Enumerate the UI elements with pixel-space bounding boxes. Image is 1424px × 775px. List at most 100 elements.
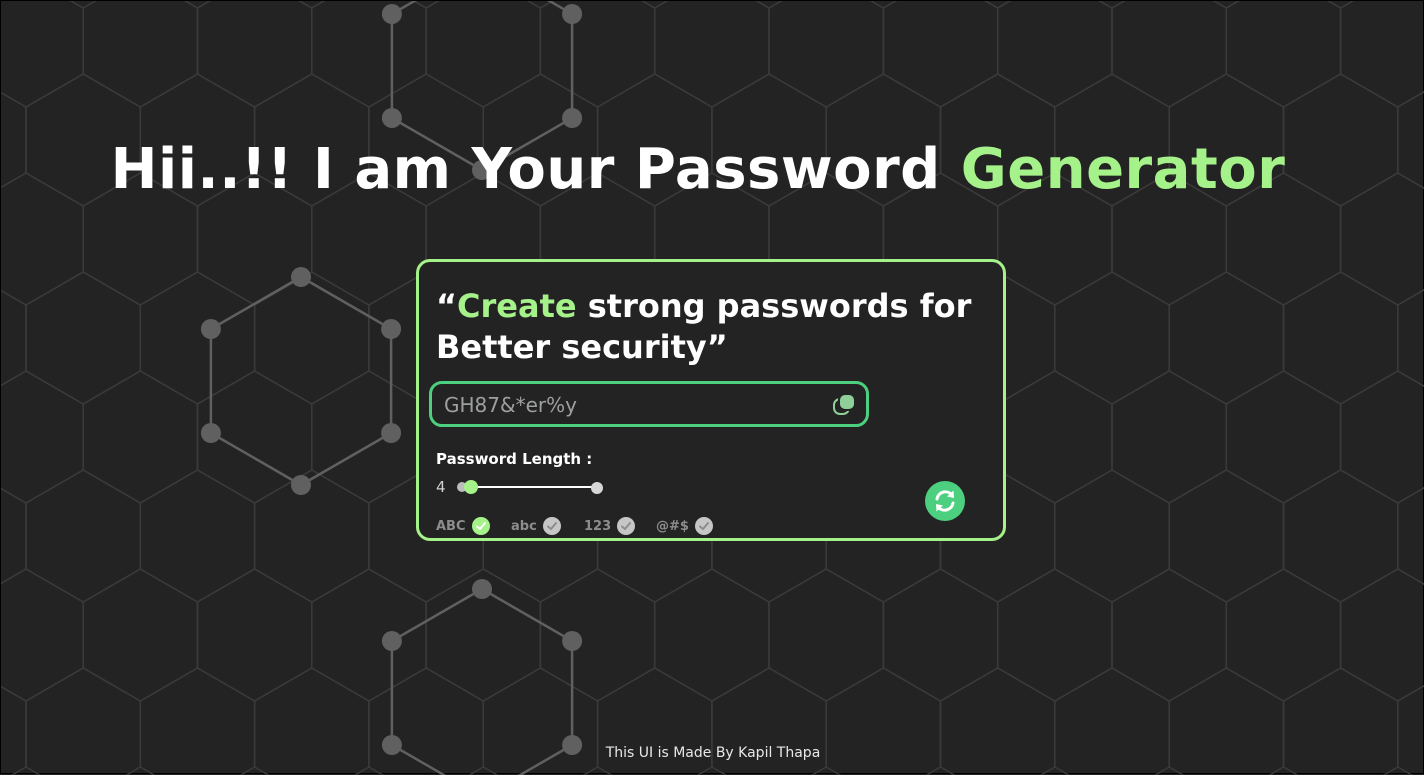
quote-accent-word: Create [457,287,577,325]
background-hexagon [253,469,370,603]
background-hexagon [641,1,669,9]
background-hexagon [1,289,27,387]
slider-track [461,486,599,488]
background-node [291,475,311,495]
page-title-prefix: Hii..!! I am Your Password [110,137,961,202]
copy-icon[interactable] [832,392,858,418]
background-hexagon [1098,1,1126,9]
option-symbols-label: @#$ [656,518,689,534]
background-node [562,631,583,651]
background-node [381,4,402,24]
background-node [562,108,583,128]
background-hexagon [253,271,370,405]
background-hexagon [1,487,27,585]
background-hexagon [1054,469,1170,603]
background-hexagon [1111,1,1228,108]
quote-open-mark: “ [436,287,458,325]
background-hexagon [1282,469,1399,603]
background-hexagon [996,568,1113,702]
option-lowercase[interactable]: abc [511,516,561,536]
option-uppercase-label: ABC [436,518,466,534]
background-hexagon [82,1,199,108]
check-icon[interactable] [542,517,561,535]
password-value[interactable]: GH87&*er%y [444,393,577,417]
background-hexagon [1,1,84,108]
option-numbers[interactable]: 123 [584,516,636,536]
background-hexagon [311,568,427,702]
generator-card: “Create strong passwords for Better secu… [416,259,1006,541]
password-field[interactable]: GH87&*er%y [429,381,869,427]
background-hexagon [311,370,427,504]
background-hexagon [653,1,770,108]
background-hexagon [1111,568,1228,702]
background-hexagon [183,1,212,9]
background-hexagon [298,1,326,9]
background-hexagon [755,1,783,9]
background-node [562,4,583,24]
option-symbols[interactable]: @#$ [656,516,713,536]
password-length-value: 4 [436,478,446,496]
check-icon[interactable] [617,517,636,535]
background-hexagon [1168,271,1285,405]
background-node [381,319,402,339]
background-hexagon [196,568,313,702]
background-hexagon [1339,1,1424,108]
background-hexagon [882,1,999,108]
background-node [381,423,402,443]
background-hexagon [539,568,656,702]
background-node [472,579,492,599]
background-hexagon [196,1,313,108]
background-hexagon [1,1,26,8]
page-title: Hii..!! I am Your Password Generator [1,137,1395,202]
option-numbers-label: 123 [584,518,612,534]
background-hexagon [996,1,1113,108]
check-icon[interactable] [694,517,713,535]
background-hexagon [1,568,84,702]
option-lowercase-label: abc [511,518,537,534]
background-hexagon [984,1,1012,9]
background-hexagon [25,469,142,603]
background-hexagon [996,370,1113,504]
background-node [381,108,402,128]
background-hexagon [25,271,142,405]
background-hexagon [82,370,199,504]
background-hexagon [768,1,885,108]
background-hexagon [69,1,97,9]
background-hexagon [882,568,999,702]
background-hexagon [1225,1,1342,108]
background-hexagon [1,370,84,504]
background-hexagon [1225,370,1342,504]
background-hexagon [139,271,256,405]
card-quote: “Create strong passwords for Better secu… [436,286,996,368]
slider-end-dot [591,482,603,494]
background-node [291,267,311,287]
page-title-accent: Generator [960,137,1286,202]
background-hexagon [869,1,898,9]
check-icon[interactable] [471,517,490,535]
background-hexagon [425,1,542,108]
background-node [200,319,221,339]
background-hexagon [1111,370,1228,504]
refresh-icon [935,490,955,512]
password-length-label: Password Length : [436,450,593,468]
background-hexagon [1225,568,1342,702]
slider-thumb[interactable] [464,480,478,494]
background-hexagon [539,1,656,108]
background-hexagon [1398,1,1424,8]
background-hexagon [1212,1,1240,9]
background-node [381,631,402,651]
option-uppercase[interactable]: ABC [436,516,490,536]
background-hexagon [526,1,555,9]
background-node [200,423,221,443]
background-hexagon [1054,271,1170,405]
background-hexagon [82,568,199,702]
refresh-button[interactable] [925,481,965,521]
footer-credit: This UI is Made By Kapil Thapa [605,745,821,761]
background-hexagon [1339,370,1424,504]
password-length-slider[interactable] [457,479,603,495]
background-hexagon [1168,469,1285,603]
background-hexagon [1339,568,1424,702]
background-hexagon [139,469,256,603]
background-hexagon [1326,1,1355,9]
background-hexagon [768,568,885,702]
